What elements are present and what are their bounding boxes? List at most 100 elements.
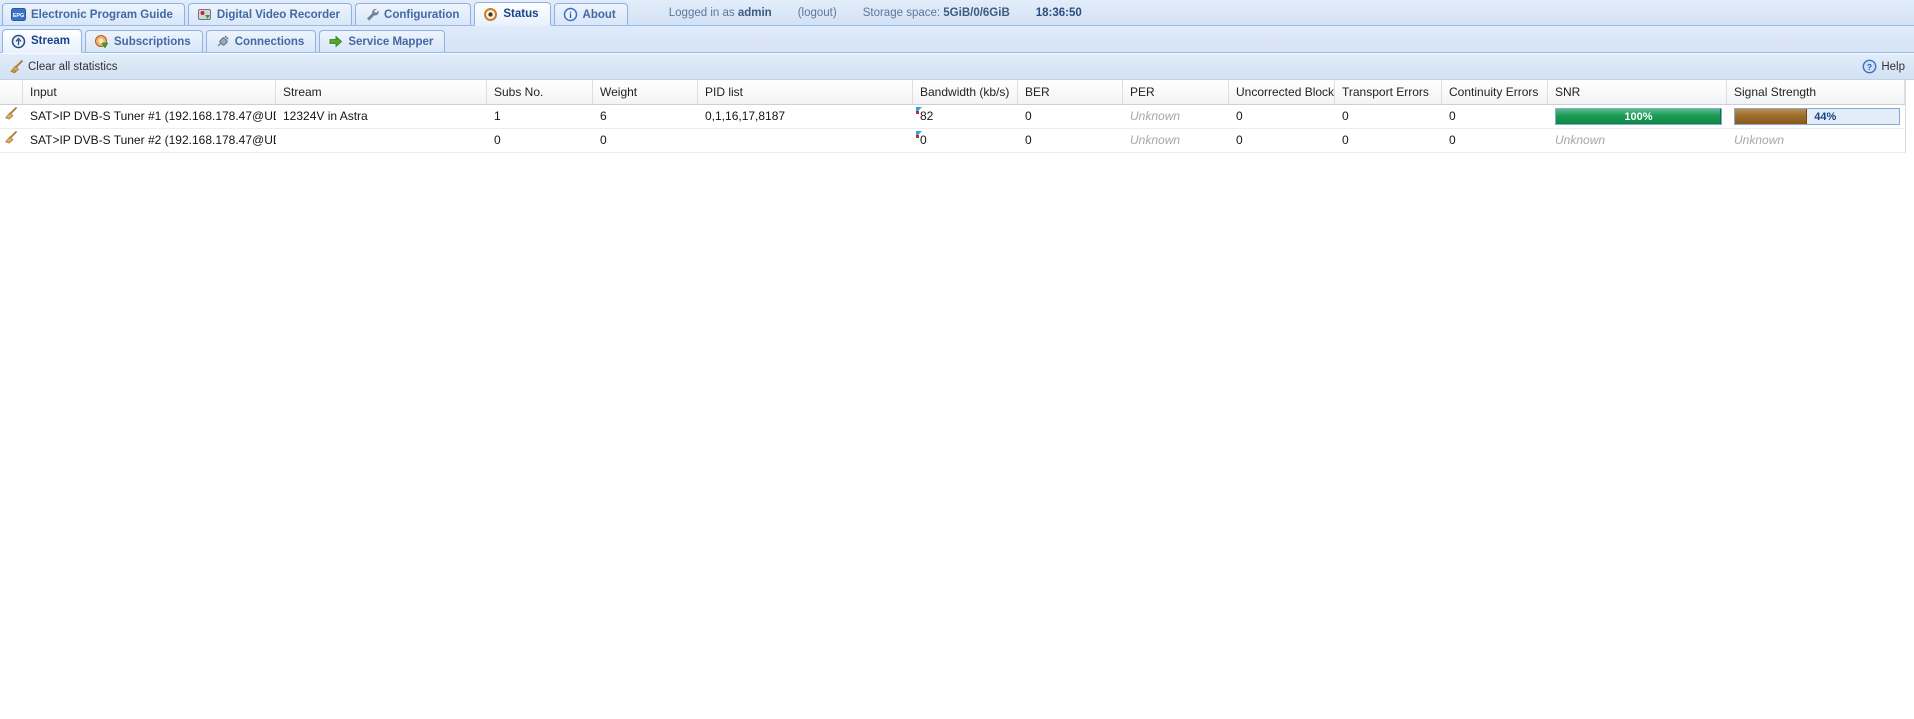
cell-input: SAT>IP DVB-S Tuner #1 (192.168.178.47@UD… (23, 105, 276, 128)
storage-space-text: Storage space: 5GiB/0/6GiB (863, 7, 1010, 19)
tab-label: Configuration (384, 9, 459, 21)
cell-continuity-errors: 0 (1442, 129, 1548, 152)
column-header-stream[interactable]: Stream (276, 80, 487, 104)
column-header-transport-errors[interactable]: Transport Errors (1335, 80, 1442, 104)
antenna-icon (11, 34, 26, 49)
signal-bar-fill (1735, 109, 1807, 124)
cell-stream: 12324V in Astra (276, 105, 487, 128)
clock: 18:36:50 (1036, 7, 1082, 19)
cell-subs-no: 0 (487, 129, 593, 152)
logged-in-text: Logged in as admin (669, 7, 772, 19)
table-row-tuner-2[interactable]: SAT>IP DVB-S Tuner #2 (192.168.178.47@UD… (0, 129, 1905, 153)
cell-per: Unknown (1123, 105, 1229, 128)
tab-configuration[interactable]: Configuration (355, 3, 471, 25)
help-icon: ? (1862, 59, 1877, 74)
tab-electronic-program-guide[interactable]: EPG Electronic Program Guide (2, 3, 185, 25)
status-eye-icon (483, 7, 498, 22)
button-label: Clear all statistics (28, 61, 117, 73)
tab-stream[interactable]: Stream (2, 29, 82, 53)
cell-continuity-errors: 0 (1442, 105, 1548, 128)
tab-label: Stream (31, 35, 70, 47)
tab-digital-video-recorder[interactable]: Digital Video Recorder (188, 3, 352, 25)
cell-bandwidth: 82 (913, 105, 1018, 128)
column-header-row-actions (0, 80, 23, 104)
tab-subscriptions[interactable]: Subscriptions (85, 30, 203, 52)
column-header-ber[interactable]: BER (1018, 80, 1123, 104)
cell-per: Unknown (1123, 129, 1229, 152)
clear-all-statistics-button[interactable]: Clear all statistics (4, 57, 122, 76)
tab-label: Status (503, 8, 538, 20)
column-header-per[interactable]: PER (1123, 80, 1229, 104)
tab-label: Electronic Program Guide (31, 9, 173, 21)
broom-icon[interactable] (4, 106, 18, 120)
wrench-icon (364, 7, 379, 22)
tab-connections[interactable]: Connections (206, 30, 317, 52)
cell-ber: 0 (1018, 129, 1123, 152)
cell-row-actions (0, 129, 23, 152)
cell-transport-errors: 0 (1335, 105, 1442, 128)
epg-icon: EPG (11, 7, 26, 22)
column-header-snr[interactable]: SNR (1548, 80, 1727, 104)
column-header-uncorrected-blocks[interactable]: Uncorrected Blocks (1229, 80, 1335, 104)
logout-link[interactable]: (logout) (798, 7, 837, 19)
cell-signal-strength: Unknown (1727, 129, 1905, 152)
cell-ber: 0 (1018, 105, 1123, 128)
cell-uncorrected-blocks: 0 (1229, 105, 1335, 128)
table-row-tuner-1[interactable]: SAT>IP DVB-S Tuner #1 (192.168.178.47@UD… (0, 105, 1905, 129)
tab-about[interactable]: i About (554, 3, 628, 25)
help-button[interactable]: ? Help (1857, 57, 1910, 76)
cell-pid-list: 0,1,16,17,8187 (698, 105, 913, 128)
subscriptions-icon (94, 34, 109, 49)
session-info: Logged in as admin (logout) Storage spac… (669, 1, 1082, 25)
main-tab-bar: EPG Electronic Program Guide Digital Vid… (0, 0, 1914, 26)
broom-icon[interactable] (4, 130, 18, 144)
cell-subs-no: 1 (487, 105, 593, 128)
cell-weight: 0 (593, 129, 698, 152)
cell-snr: 100% (1548, 105, 1727, 128)
column-header-bandwidth[interactable]: Bandwidth (kb/s) (913, 80, 1018, 104)
signal-bar-label: 44% (1814, 109, 1836, 125)
cell-input: SAT>IP DVB-S Tuner #2 (192.168.178.47@UD… (23, 129, 276, 152)
cell-uncorrected-blocks: 0 (1229, 129, 1335, 152)
tab-label: Connections (235, 36, 305, 48)
button-label: Help (1881, 61, 1905, 73)
tab-service-mapper[interactable]: Service Mapper (319, 30, 445, 52)
column-header-input[interactable]: Input (23, 80, 276, 104)
dirty-cell-marker (916, 131, 922, 137)
snr-progress-bar: 100% (1555, 108, 1722, 125)
column-header-continuity-errors[interactable]: Continuity Errors (1442, 80, 1548, 104)
cell-bandwidth: 0 (913, 129, 1018, 152)
dirty-cell-marker (916, 107, 922, 113)
cell-snr: Unknown (1548, 129, 1727, 152)
cell-pid-list (698, 129, 913, 152)
svg-text:EPG: EPG (13, 13, 25, 19)
cell-signal-strength: 44% (1727, 105, 1905, 128)
cell-transport-errors: 0 (1335, 129, 1442, 152)
status-sub-tab-bar: Stream Subscriptions Connections Service… (0, 26, 1914, 53)
stream-grid: Input Stream Subs No. Weight PID list Ba… (0, 80, 1906, 153)
signal-strength-progress-bar: 44% (1734, 108, 1900, 125)
cell-weight: 6 (593, 105, 698, 128)
cell-stream (276, 129, 487, 152)
grid-header: Input Stream Subs No. Weight PID list Ba… (0, 80, 1905, 105)
column-header-pid-list[interactable]: PID list (698, 80, 913, 104)
column-header-weight[interactable]: Weight (593, 80, 698, 104)
tab-label: Subscriptions (114, 36, 191, 48)
arrow-right-icon (328, 34, 343, 49)
broom-icon (9, 59, 24, 74)
tab-label: Digital Video Recorder (217, 9, 340, 21)
stream-toolbar: Clear all statistics ? Help (0, 53, 1914, 80)
info-icon: i (563, 7, 578, 22)
tab-label: About (583, 9, 616, 21)
snr-bar-label: 100% (1556, 109, 1721, 125)
column-header-subs-no[interactable]: Subs No. (487, 80, 593, 104)
username: admin (738, 7, 772, 19)
storage-value: 5GiB/0/6GiB (943, 7, 1009, 19)
tab-label: Service Mapper (348, 36, 433, 48)
tab-status[interactable]: Status (474, 2, 550, 26)
svg-text:?: ? (1867, 62, 1872, 72)
column-header-signal-strength[interactable]: Signal Strength (1727, 80, 1905, 104)
dvr-icon (197, 7, 212, 22)
plug-icon (215, 34, 230, 49)
cell-row-actions (0, 105, 23, 128)
